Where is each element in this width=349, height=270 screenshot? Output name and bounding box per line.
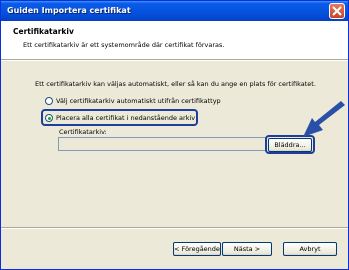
pointer-arrow-icon: [303, 101, 345, 137]
wizard-header: Certifikatarkiv Ett certifikatarkiv är e…: [1, 21, 348, 59]
close-icon: [332, 6, 342, 16]
import-certificate-wizard-window: Guiden Importera certifikat Certifikatar…: [0, 0, 349, 270]
footer-divider: [1, 227, 348, 229]
close-button[interactable]: [329, 3, 345, 19]
radio-label-auto: Välj certifikatarkiv automatiskt utifrån…: [56, 97, 221, 105]
header-divider: [1, 59, 348, 61]
page-title: Certifikatarkiv: [13, 27, 74, 36]
certificate-store-field[interactable]: [58, 137, 267, 151]
window-title: Guiden Importera certifikat: [7, 6, 131, 15]
cancel-button[interactable]: Avbryt: [283, 242, 337, 256]
store-label: Certifikatarkiv:: [59, 128, 107, 136]
radio-auto-select-store[interactable]: Välj certifikatarkiv automatiskt utifrån…: [45, 96, 221, 106]
page-subtitle: Ett certifikatarkiv är ett systemområde …: [23, 41, 225, 49]
intro-text: Ett certifikatarkiv kan väljas automatis…: [35, 80, 316, 88]
title-bar[interactable]: Guiden Importera certifikat: [1, 1, 348, 21]
back-button[interactable]: < Föregående: [173, 242, 221, 256]
highlight-box-option: [41, 109, 198, 126]
radio-button[interactable]: [45, 97, 53, 105]
next-button[interactable]: Nästa >: [222, 242, 272, 256]
